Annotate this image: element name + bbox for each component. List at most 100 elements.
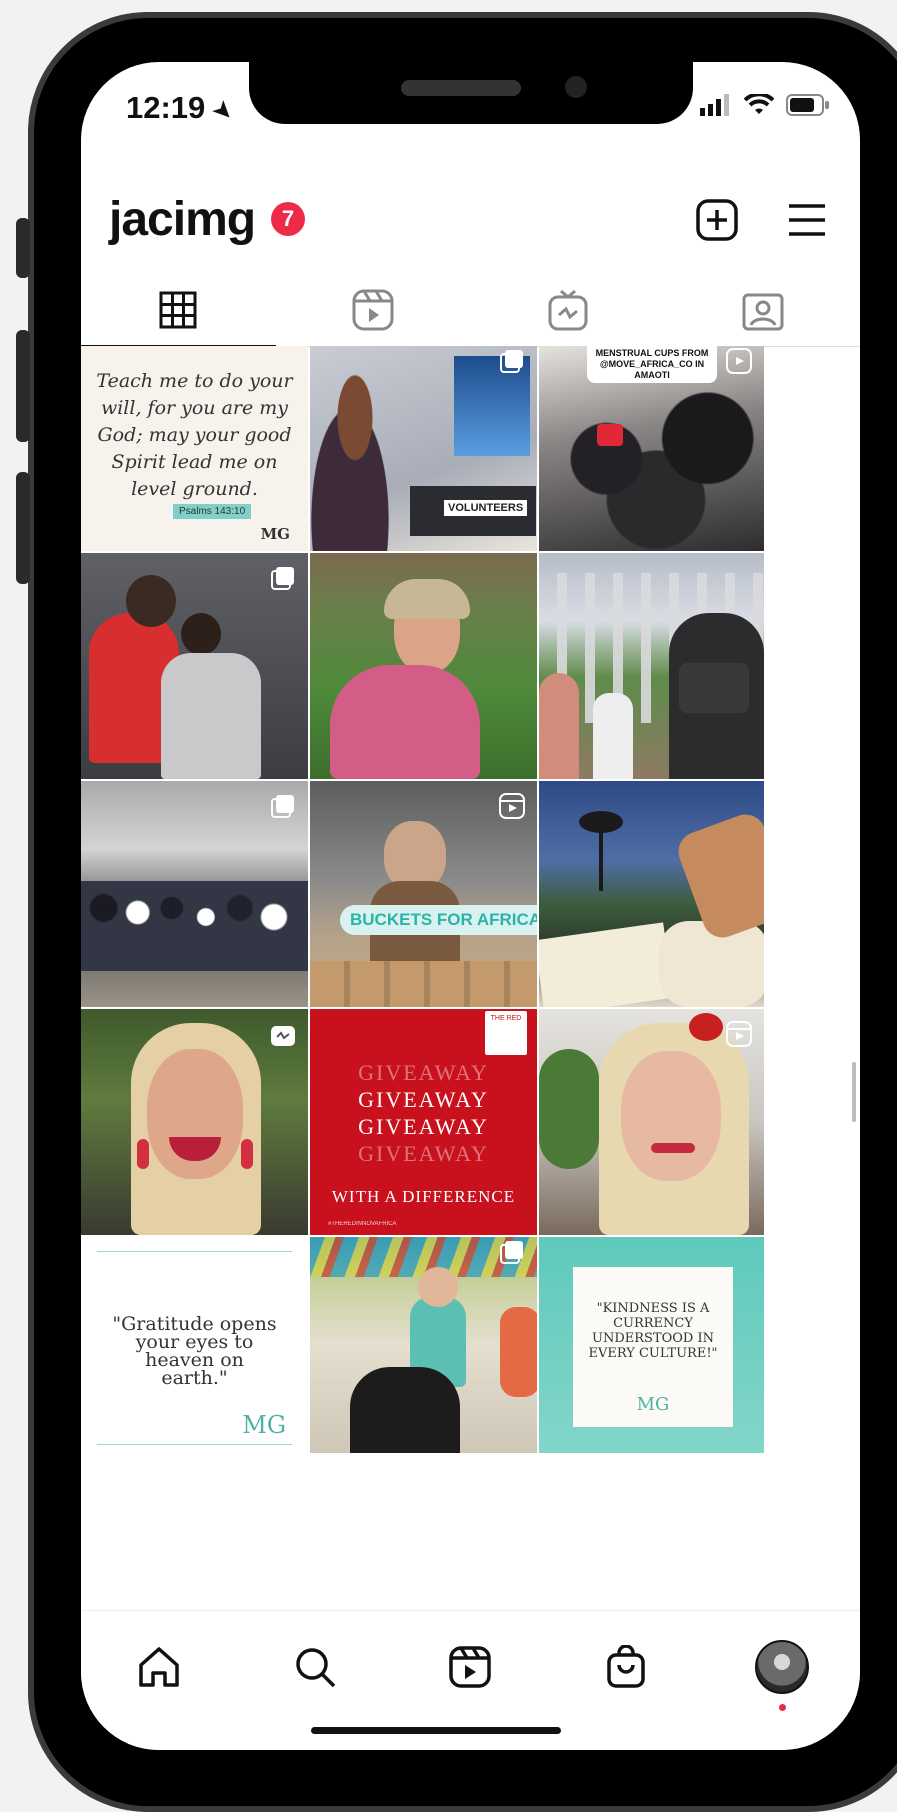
post-2-photo[interactable]: VOLUNTEERS <box>310 346 537 551</box>
speaker <box>401 80 521 96</box>
carousel-icon <box>500 1241 523 1264</box>
child-jacket <box>161 653 261 779</box>
post-15-logo: MG <box>636 1394 670 1415</box>
carousel-icon <box>271 795 294 818</box>
menu-icon[interactable] <box>785 198 829 242</box>
notification-badge: 7 <box>271 202 305 236</box>
giveaway-line-3: GIVEAWAY <box>358 1114 489 1139</box>
adult-figure <box>350 1367 460 1453</box>
post-13-text: "Gratitude opens your eyes to heaven on … <box>112 1313 277 1389</box>
nav-reels[interactable] <box>440 1637 500 1697</box>
giveaway-line-1: GIVEAWAY <box>358 1060 489 1085</box>
mute-switch <box>16 218 30 278</box>
post-10-igtv[interactable] <box>81 1009 308 1235</box>
reels-icon <box>352 289 394 331</box>
notch <box>249 62 693 124</box>
profile-header: jacimg 7 <box>81 172 860 262</box>
shop-icon <box>607 1645 646 1688</box>
child-head-2 <box>181 613 221 655</box>
reel-badge-icon <box>726 1021 752 1047</box>
post-11-giveaway[interactable]: GIVEAWAY GIVEAWAY GIVEAWAY GIVEAWAY WITH… <box>310 1009 537 1235</box>
scrollbar[interactable] <box>852 1062 856 1122</box>
reel-badge-icon <box>499 793 525 819</box>
woman-face <box>621 1051 721 1181</box>
profile-tabs <box>81 274 860 347</box>
post-9-photo[interactable] <box>539 781 764 1007</box>
phone-screen: 12:19 ➤ jacimg 7 Teach me to do your wil… <box>81 62 860 1750</box>
boy-1-head <box>418 1267 458 1307</box>
post-7-photo[interactable] <box>81 781 308 1007</box>
post-4-photo[interactable] <box>81 553 308 779</box>
new-post-icon[interactable] <box>695 198 739 242</box>
carousel-icon <box>500 350 523 373</box>
post-1-text: Teach me to do your will, for you are my… <box>96 370 293 500</box>
earring-left <box>137 1139 149 1169</box>
post-6-photo[interactable] <box>539 553 764 779</box>
volume-down-button <box>16 472 30 584</box>
giveaway-line-4: GIVEAWAY <box>358 1141 489 1166</box>
battery-icon <box>786 94 829 116</box>
nav-home[interactable] <box>129 1637 189 1697</box>
post-13-logo: MG <box>242 1411 286 1439</box>
wifi-icon <box>744 94 774 114</box>
igtv-badge-icon <box>271 1026 295 1046</box>
post-5-photo[interactable] <box>310 553 537 779</box>
post-14-photo[interactable] <box>310 1237 537 1453</box>
post-8-reel[interactable]: BUCKETS FOR AFRICA <box>310 781 537 1007</box>
divider-top <box>97 1251 292 1252</box>
plant <box>539 1049 599 1169</box>
post-grid: Teach me to do your will, for you are my… <box>81 346 860 1453</box>
boy-2 <box>500 1307 537 1397</box>
post-15-quote[interactable]: "KINDNESS IS A CURRENCY UNDERSTOOD IN EV… <box>539 1237 764 1453</box>
cellular-signal-icon <box>700 94 729 116</box>
giveaway-tag: #THEREDINNOVAFRICA <box>328 1221 397 1227</box>
tab-grid[interactable] <box>81 274 276 347</box>
earring-right <box>241 1139 253 1169</box>
post-13-quote[interactable]: "Gratitude opens your eyes to heaven on … <box>81 1237 308 1453</box>
palm-leaves <box>579 811 623 833</box>
status-time: 12:19 ➤ <box>126 90 239 127</box>
profile-avatar <box>755 1640 810 1694</box>
person-silhouette <box>310 346 410 551</box>
post-1-ref: Psalms 143:10 <box>173 504 252 519</box>
grid-icon <box>159 291 197 329</box>
woman-hair <box>384 579 470 619</box>
the-red-logo: THE RED <box>485 1011 527 1055</box>
post-8-caption: BUCKETS FOR AFRICA <box>340 905 537 935</box>
post-1-logo: MG <box>260 525 290 543</box>
home-icon <box>139 1647 179 1687</box>
giveaway-line-2: GIVEAWAY <box>358 1087 489 1112</box>
school-group <box>81 881 308 971</box>
post-3-caption: MENSTRUAL CUPS FROM @MOVE_AFRICA_CO IN A… <box>587 346 717 383</box>
location-arrow-icon: ➤ <box>208 95 239 127</box>
face-mask <box>679 663 749 713</box>
nav-search[interactable] <box>285 1637 345 1697</box>
red-phone <box>597 424 623 446</box>
lips <box>651 1143 695 1153</box>
status-icons <box>700 94 830 116</box>
home-indicator[interactable] <box>311 1727 561 1734</box>
child-head-1 <box>126 575 176 627</box>
search-icon <box>295 1648 335 1688</box>
volume-up-button <box>16 330 30 442</box>
notebook <box>539 922 674 1007</box>
profile-username[interactable]: jacimg <box>109 192 256 247</box>
boxes <box>310 961 537 1007</box>
giveaway-sub: WITH A DIFFERENCE <box>331 1187 516 1206</box>
nav-shop[interactable] <box>596 1637 656 1697</box>
woman-figure <box>539 673 579 779</box>
red-headband <box>689 1013 723 1041</box>
front-camera <box>565 76 587 98</box>
tagged-icon <box>742 293 784 331</box>
carousel-icon <box>271 567 294 590</box>
tab-igtv[interactable] <box>471 274 666 346</box>
tab-reels[interactable] <box>276 274 471 346</box>
post-1-quote[interactable]: Teach me to do your will, for you are my… <box>81 346 308 551</box>
post-3-photo[interactable]: MENSTRUAL CUPS FROM @MOVE_AFRICA_CO IN A… <box>539 346 764 551</box>
nav-profile[interactable] <box>752 1637 812 1711</box>
tab-tagged[interactable] <box>665 274 860 346</box>
giveaway-lines: GIVEAWAY GIVEAWAY GIVEAWAY GIVEAWAY <box>310 1059 537 1167</box>
reels-icon <box>449 1646 492 1688</box>
quote-card: "KINDNESS IS A CURRENCY UNDERSTOOD IN EV… <box>573 1267 733 1427</box>
post-12-reel[interactable] <box>539 1009 764 1235</box>
